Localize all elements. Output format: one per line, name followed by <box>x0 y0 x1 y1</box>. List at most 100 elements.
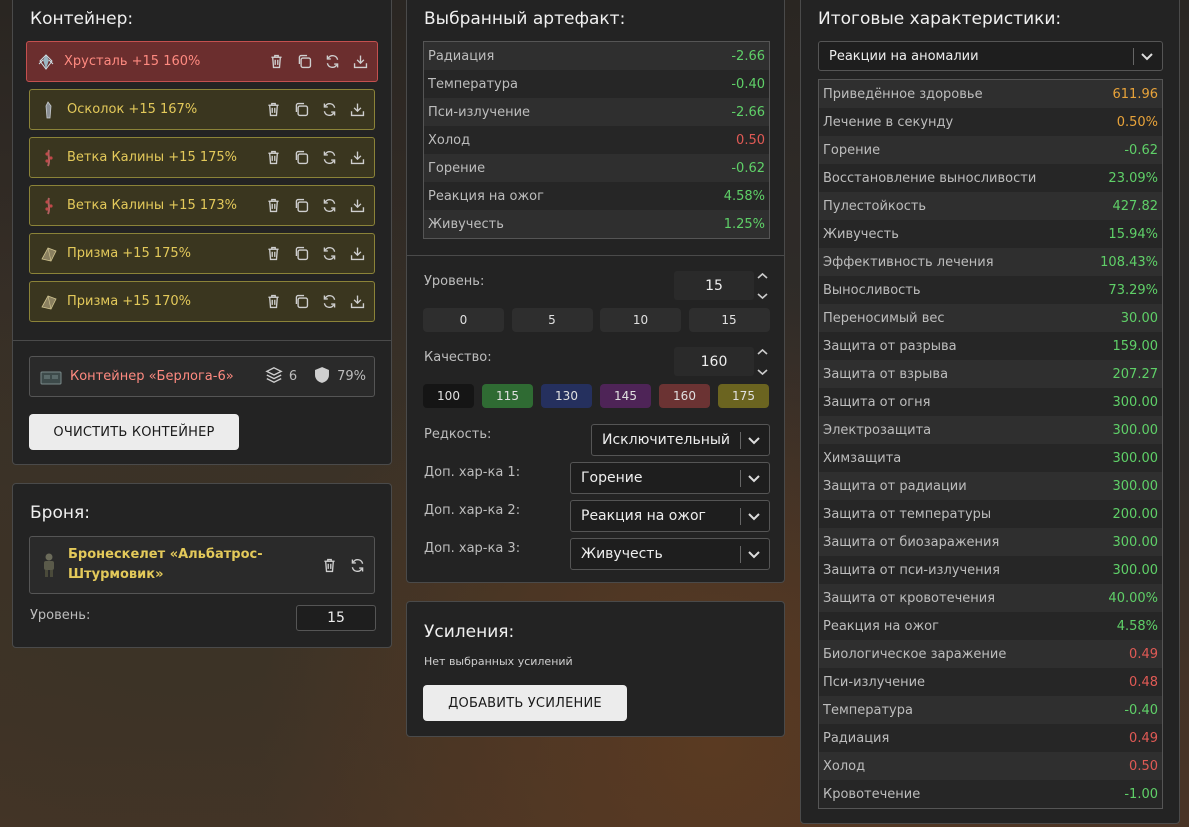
quality-preset-button[interactable]: 100 <box>423 384 474 408</box>
refresh-icon[interactable] <box>320 197 338 215</box>
copy-icon[interactable] <box>292 245 310 263</box>
trash-icon[interactable] <box>264 197 282 215</box>
armor-level-input[interactable]: 15 <box>296 605 376 631</box>
stat-label: Химзащита <box>823 450 902 466</box>
stat-value: 0.49 <box>1129 730 1158 746</box>
armor-row[interactable]: Бронескелет «Альбатрос- Штурмовик» <box>29 536 375 594</box>
rarity-select[interactable]: Исключительный <box>591 424 770 456</box>
stat-value: -2.66 <box>731 104 765 120</box>
stat-value: 0.50 <box>1129 758 1158 774</box>
stat-label: Холод <box>428 132 471 148</box>
kalina-branch-icon <box>40 149 58 167</box>
download-icon[interactable] <box>348 245 366 263</box>
extra2-select[interactable]: Реакция на ожог <box>570 500 770 532</box>
stat-row: Температура -0.40 <box>819 696 1162 724</box>
chevron-down-icon[interactable] <box>757 292 768 300</box>
refresh-icon[interactable] <box>320 293 338 311</box>
stat-row: Лечение в секунду 0.50% <box>819 108 1162 136</box>
copy-icon[interactable] <box>292 197 310 215</box>
copy-icon[interactable] <box>292 101 310 119</box>
divider <box>407 255 784 256</box>
armor-title: Броня: <box>30 503 90 523</box>
chevron-down-icon <box>747 509 761 523</box>
container-item-name: Призма +15 170% <box>67 294 192 309</box>
download-icon[interactable] <box>348 293 366 311</box>
summary-filter-select[interactable]: Реакции на аномалии <box>818 41 1163 71</box>
trash-icon[interactable] <box>267 53 285 71</box>
trash-icon[interactable] <box>264 293 282 311</box>
quality-preset-button[interactable]: 175 <box>718 384 769 408</box>
stat-label: Пси-излучение <box>428 104 531 120</box>
quality-preset-button[interactable]: 130 <box>541 384 592 408</box>
trash-icon[interactable] <box>320 556 338 574</box>
refresh-icon[interactable] <box>323 53 341 71</box>
container-item[interactable]: Призма +15 170% <box>29 281 375 322</box>
stat-row: Защита от пси-излучения 300.00 <box>819 556 1162 584</box>
container-item[interactable]: Хрусталь +15 160% <box>26 41 378 82</box>
extra1-select[interactable]: Горение <box>570 462 770 494</box>
stat-label: Приведённое здоровье <box>823 86 983 102</box>
level-preset-button[interactable]: 0 <box>423 308 504 332</box>
stat-label: Холод <box>823 758 866 774</box>
download-icon[interactable] <box>351 53 369 71</box>
stat-value: 15.94% <box>1108 226 1158 242</box>
container-item[interactable]: Осколок +15 167% <box>29 89 375 130</box>
stat-value: 300.00 <box>1112 478 1159 494</box>
refresh-icon[interactable] <box>320 101 338 119</box>
chevron-down-icon[interactable] <box>757 368 768 376</box>
quality-input[interactable]: 160 <box>674 347 754 376</box>
extra1-value: Горение <box>581 470 643 486</box>
copy-icon[interactable] <box>292 149 310 167</box>
trash-icon[interactable] <box>264 245 282 263</box>
stat-row: Восстановление выносливости 23.09% <box>819 164 1162 192</box>
download-icon[interactable] <box>348 149 366 167</box>
stat-value: 200.00 <box>1112 506 1159 522</box>
container-panel: Контейнер: Хрусталь +15 160% Осколок +15 … <box>12 0 392 465</box>
level-preset-button[interactable]: 10 <box>600 308 681 332</box>
level-preset-button[interactable]: 5 <box>511 308 593 332</box>
add-boost-button[interactable]: ДОБАВИТЬ УСИЛЕНИЕ <box>423 685 627 721</box>
chevron-up-icon[interactable] <box>757 272 768 280</box>
summary-title: Итоговые характеристики: <box>818 9 1062 29</box>
container-item[interactable]: Ветка Калины +15 175% <box>29 137 375 178</box>
download-icon[interactable] <box>348 197 366 215</box>
container-item[interactable]: Ветка Калины +15 173% <box>29 185 375 226</box>
artifact-level-spinner[interactable] <box>757 272 769 300</box>
quality-spinner[interactable] <box>757 348 769 376</box>
container-item[interactable]: Призма +15 175% <box>29 233 375 274</box>
quality-preset-button[interactable]: 145 <box>600 384 651 408</box>
container-item-name: Призма +15 175% <box>67 246 192 261</box>
container-protection: 79% <box>337 369 366 384</box>
copy-icon[interactable] <box>295 53 313 71</box>
armor-name-line1: Бронескелет «Альбатрос- <box>68 547 263 562</box>
stat-row: Защита от разрыва 159.00 <box>819 332 1162 360</box>
refresh-icon[interactable] <box>348 556 366 574</box>
summary-stats-table: Приведённое здоровье 611.96 Лечение в секу… <box>818 79 1163 809</box>
stat-row: Радиация -2.66 <box>424 42 769 70</box>
copy-icon[interactable] <box>292 293 310 311</box>
stat-value: 23.09% <box>1108 170 1158 186</box>
artifact-level-input[interactable]: 15 <box>674 271 754 300</box>
download-icon[interactable] <box>348 101 366 119</box>
level-preset-button[interactable]: 15 <box>688 308 770 332</box>
quality-preset-button[interactable]: 115 <box>482 384 533 408</box>
stat-value: 159.00 <box>1112 338 1159 354</box>
container-item-name: Хрусталь +15 160% <box>64 54 201 69</box>
stat-row: Защита от температуры 200.00 <box>819 500 1162 528</box>
trash-icon[interactable] <box>264 149 282 167</box>
stat-value: 1.25% <box>723 216 765 232</box>
refresh-icon[interactable] <box>320 149 338 167</box>
chevron-up-icon[interactable] <box>757 348 768 356</box>
kalina-branch-icon <box>40 197 58 215</box>
boosts-title: Усиления: <box>424 622 515 642</box>
stat-row: Реакция на ожог 4.58% <box>819 612 1162 640</box>
stat-row: Живучесть 1.25% <box>424 210 769 238</box>
extra3-select[interactable]: Живучесть <box>570 538 770 570</box>
stat-label: Защита от кровотечения <box>823 590 996 606</box>
container-box-row[interactable]: Контейнер «Берлога-6» 6 79% <box>29 356 375 397</box>
stat-label: Восстановление выносливости <box>823 170 1037 186</box>
trash-icon[interactable] <box>264 101 282 119</box>
refresh-icon[interactable] <box>320 245 338 263</box>
quality-preset-button[interactable]: 160 <box>659 384 710 408</box>
clear-container-button[interactable]: ОЧИСТИТЬ КОНТЕЙНЕР <box>29 414 239 450</box>
